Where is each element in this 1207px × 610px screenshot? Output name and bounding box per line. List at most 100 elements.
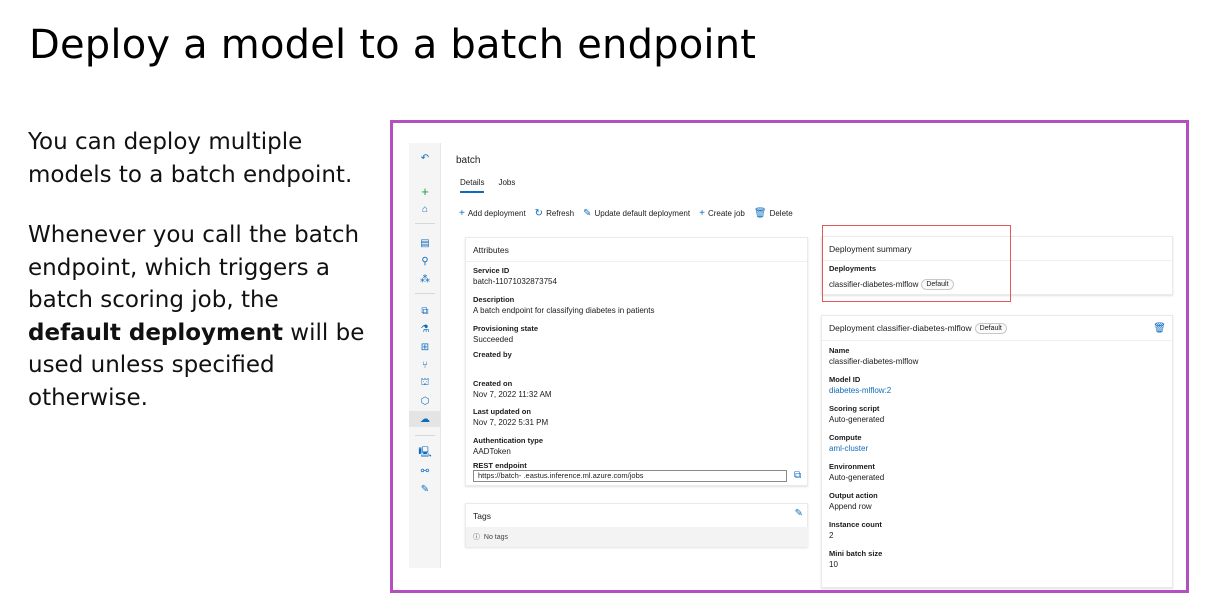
model-id-field: Model ID diabetes-mlflow:2 [829,375,891,396]
output-action-value: Append row [829,502,872,511]
last-updated-field: Last updated on Nov 7, 2022 5:31 PM [473,407,548,428]
mini-batch-size-label: Mini batch size [829,549,883,558]
model-id-label: Model ID [829,375,861,384]
created-by-label: Created by [473,350,512,359]
description-field: Description A batch endpoint for classif… [473,295,654,316]
compute-label: Compute [829,433,862,442]
designer-icon[interactable]: ⁂ [409,271,441,287]
mini-batch-size-value: 10 [829,560,838,569]
linked-services-icon[interactable]: ⚯ [409,463,441,479]
paragraph-2-text: Whenever you call the batch endpoint, wh… [28,222,360,313]
description-label: Description [473,295,515,304]
delete-label: Delete [769,209,793,218]
tab-details[interactable]: Details [460,178,485,193]
endpoints-icon[interactable]: ☁ [409,411,441,427]
create-job-label: Create job [707,209,745,218]
mini-batch-size-field: Mini batch size 10 [829,549,882,570]
rest-endpoint-input[interactable]: https://batch- .eastus.inference.ml.azur… [473,470,787,482]
refresh-label: Refresh [546,209,575,218]
slide-text: You can deploy multiple models to a batc… [28,126,373,442]
instance-count-value: 2 [829,531,834,540]
instance-count-field: Instance count 2 [829,520,882,541]
azure-ml-screenshot: ↶ + ⌂ ▤ ⚲ ⁂ ⧉ ⚗ ⊞ ⑂ ⛫ ⬡ ☁ 🖳 ⚯ ✎ batch De… [405,143,1185,588]
environment-field: Environment Auto-generated [829,462,884,483]
paragraph-2: Whenever you call the batch endpoint, wh… [28,219,373,414]
created-on-label: Created on [473,379,513,388]
plus-icon: + [699,208,705,219]
pipelines-icon[interactable]: ⑂ [409,357,441,373]
created-on-value: Nov 7, 2022 11:32 AM [473,390,552,399]
attributes-title: Attributes [466,238,807,262]
created-on-field: Created on Nov 7, 2022 11:32 AM [473,379,552,400]
model-id-link[interactable]: diabetes-mlflow:2 [829,385,891,396]
copy-icon[interactable]: ⧉ [794,470,801,481]
tags-card: Tags ✎ ⓘ No tags [465,503,808,547]
toolbar: + Add deployment ↻ Refresh ✎ Update default… [459,208,793,219]
output-action-label: Output action [829,491,878,500]
environment-value: Auto-generated [829,473,885,482]
provisioning-state-field: Provisioning state Succeeded [473,324,538,345]
update-default-label: Update default deployment [594,209,691,218]
no-tags-text: No tags [483,534,509,541]
trash-icon: 🗑 [753,208,767,219]
attributes-card: Attributes Service ID batch-110710328737… [465,237,808,486]
home-icon[interactable]: ⌂ [409,201,441,217]
add-deployment-label: Add deployment [467,209,526,218]
endpoint-name: batch [456,155,481,166]
deployment-title: Deployment classifier-diabetes-mlflow [829,323,972,333]
default-deployment-emphasis: default deployment [28,319,283,346]
provisioning-state-value: Succeeded [473,335,514,344]
jobs-icon[interactable]: ⚗ [409,321,441,337]
scoring-script-label: Scoring script [829,404,880,413]
default-badge: Default [974,323,1007,335]
notebooks-icon[interactable]: ▤ [409,235,441,251]
compute-icon[interactable]: 🖳 [409,445,441,461]
instance-count-label: Instance count [829,520,882,529]
tags-title: Tags [473,511,491,521]
screenshot-frame: ↶ + ⌂ ▤ ⚲ ⁂ ⧉ ⚗ ⊞ ⑂ ⛫ ⬡ ☁ 🖳 ⚯ ✎ batch De… [390,120,1189,593]
name-value: classifier-diabetes-mlflow [829,357,919,366]
last-updated-label: Last updated on [473,407,531,416]
models-icon[interactable]: ⬡ [409,393,441,409]
slide-title: Deploy a model to a batch endpoint [29,22,757,68]
environments-icon[interactable]: ⛫ [409,375,441,391]
compute-link[interactable]: aml-cluster [829,443,868,454]
service-id-label: Service ID [473,266,510,275]
name-field: Name classifier-diabetes-mlflow [829,346,918,367]
update-default-deployment-button[interactable]: ✎ Update default deployment [583,208,690,219]
service-id-value: batch-11071032873754 [473,277,557,286]
deployment-details-card: Deployment classifier-diabetes-mlflow Def… [821,315,1173,588]
output-action-field: Output action Append row [829,491,878,512]
edit-tags-icon[interactable]: ✎ [795,508,803,519]
create-job-button[interactable]: + Create job [699,208,745,219]
create-new-icon[interactable]: + [409,183,441,199]
service-id-field: Service ID batch-11071032873754 [473,266,557,287]
tags-empty-state: ⓘ No tags [466,527,808,547]
provisioning-state-label: Provisioning state [473,324,539,333]
pencil-icon: ✎ [583,208,592,219]
back-icon[interactable]: ↶ [409,150,441,166]
labeling-icon[interactable]: ✎ [409,481,441,497]
tab-jobs[interactable]: Jobs [498,178,515,193]
last-updated-value: Nov 7, 2022 5:31 PM [473,418,549,427]
tab-bar: Details Jobs [460,178,515,193]
auth-type-field: Authentication type AADToken [473,436,543,457]
nav-divider [415,223,435,224]
endpoint-details: batch Details Jobs + Add deployment ↻ Refr… [456,143,1181,588]
created-by-field: Created by [473,350,512,360]
deployment-details-title: Deployment classifier-diabetes-mlflow Def… [822,316,1172,342]
environment-label: Environment [829,462,875,471]
nav-divider [415,435,435,436]
auth-type-label: Authentication type [473,436,544,445]
refresh-button[interactable]: ↻ Refresh [535,208,574,219]
automl-icon[interactable]: ⚲ [409,253,441,269]
trash-icon[interactable]: 🗑 [1153,323,1166,334]
components-icon[interactable]: ⊞ [409,339,441,355]
data-icon[interactable]: ⧉ [409,303,441,319]
highlight-box [822,225,1011,302]
delete-button[interactable]: 🗑 Delete [754,208,793,219]
compute-field: Compute aml-cluster [829,433,868,454]
add-deployment-button[interactable]: + Add deployment [459,208,526,219]
info-icon: ⓘ [473,534,480,541]
left-nav-rail: ↶ + ⌂ ▤ ⚲ ⁂ ⧉ ⚗ ⊞ ⑂ ⛫ ⬡ ☁ 🖳 ⚯ ✎ [409,143,441,568]
